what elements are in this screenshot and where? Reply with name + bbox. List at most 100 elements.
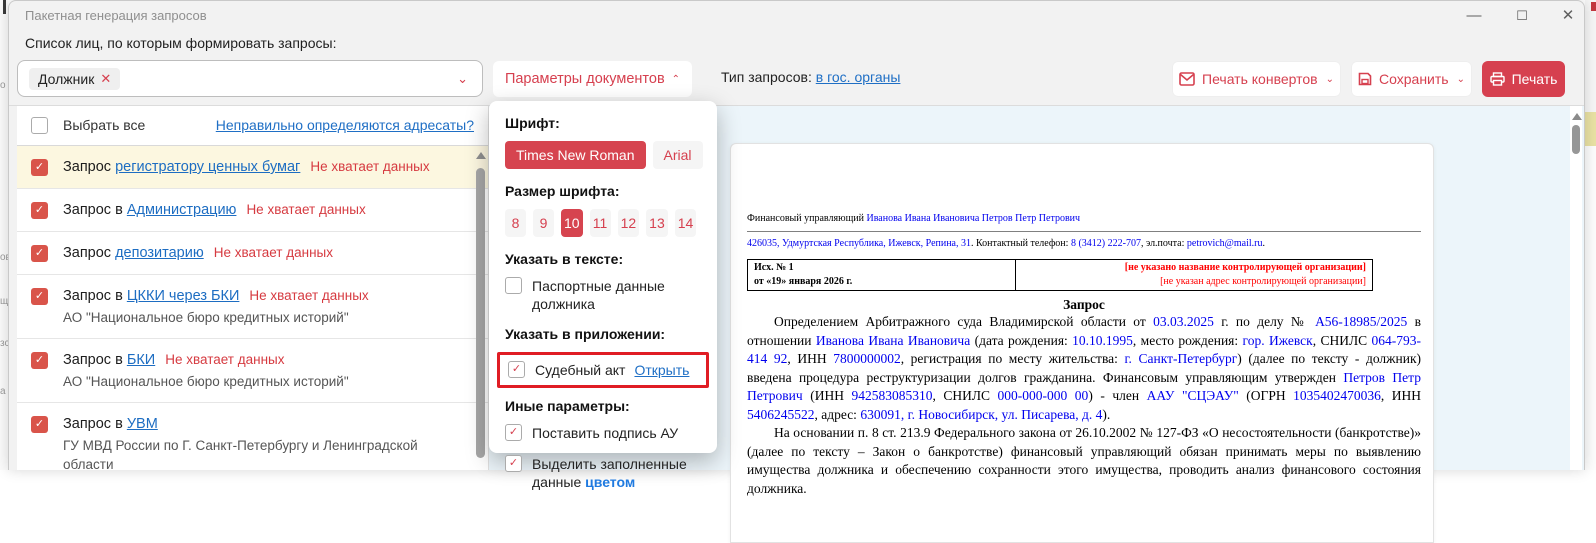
signature-option[interactable]: ✓ Поставить подпись АУ [505, 424, 703, 442]
request-list-item[interactable]: ✓ Запрос в ЦККИ через БКИНе хватает данн… [17, 275, 488, 339]
passport-data-option[interactable]: Паспортные данные должника [505, 277, 703, 313]
checked-checkbox[interactable]: ✓ [31, 245, 48, 262]
checked-checkbox[interactable]: ✓ [505, 455, 522, 472]
checked-checkbox[interactable]: ✓ [31, 159, 48, 176]
unchecked-checkbox[interactable] [505, 277, 522, 294]
request-recipient-link[interactable]: УВМ [127, 416, 158, 432]
chevron-down-icon[interactable]: ⌄ [457, 71, 468, 87]
document-page: Финансовый управляющий Иванова Ивана Ива… [730, 143, 1434, 543]
maximize-icon[interactable]: ☐ [1509, 4, 1535, 28]
request-recipient-link[interactable]: депозитарию [115, 245, 204, 261]
scroll-up-icon[interactable] [476, 152, 486, 159]
request-list-item[interactable]: ✓ Запрос в БКИНе хватает данных АО "Наци… [17, 339, 488, 403]
request-list-item[interactable]: ✓ Запрос депозитариюНе хватает данных [17, 232, 488, 275]
scrollbar-thumb[interactable] [1572, 125, 1580, 154]
request-list-header: Выбрать все Неправильно определяются адр… [17, 106, 488, 146]
background-fragment [3, 0, 6, 14]
font-option[interactable]: Times New Roman [505, 141, 646, 169]
background-fragment: о [0, 80, 6, 91]
print-label: Печать [1512, 71, 1558, 87]
chevron-down-icon: ⌄ [1457, 74, 1465, 85]
judicial-act-option[interactable]: ✓ Судебный акт Открыть [508, 361, 698, 379]
request-recipient-link[interactable]: регистратору ценных бумаг [115, 159, 300, 175]
font-size-label: Размер шрифта: [505, 183, 703, 199]
close-icon[interactable]: ✕ [1555, 4, 1581, 28]
scrollbar-thumb[interactable] [476, 168, 485, 458]
request-recipient-link[interactable]: ЦККИ через БКИ [127, 288, 240, 304]
save-button[interactable]: Сохранить ⌄ [1351, 61, 1472, 97]
document-params-label: Параметры документов [505, 71, 665, 87]
document-params-button[interactable]: Параметры документов ⌃ [493, 61, 692, 97]
checked-checkbox[interactable]: ✓ [31, 288, 48, 305]
checked-checkbox[interactable]: ✓ [31, 352, 48, 369]
print-envelopes-button[interactable]: Печать конвертов ⌄ [1172, 61, 1341, 97]
font-size-option[interactable]: 14 [675, 209, 697, 237]
tag-label: Должник [38, 71, 94, 87]
persons-select[interactable]: Должник ✕ ⌄ [17, 60, 483, 97]
request-item-title: Запрос в БКИНе хватает данных [63, 350, 468, 370]
font-label: Шрифт: [505, 115, 703, 131]
minimize-icon[interactable]: — [1461, 4, 1487, 28]
doc-header-line1: Финансовый управляющий Иванова Ивана Ива… [747, 212, 1421, 232]
list-scrollbar[interactable] [474, 146, 487, 470]
font-size-option[interactable]: 13 [646, 209, 668, 237]
font-size-option[interactable]: 11 [590, 209, 611, 237]
dialog-title: Пакетная генерация запросов [25, 8, 207, 23]
checked-checkbox[interactable]: ✓ [31, 202, 48, 219]
print-button[interactable]: Печать [1482, 61, 1565, 97]
doc-org-warning1: [не указано название контролирующей орга… [1022, 261, 1366, 275]
request-item-subtitle: ГУ МВД России по Г. Санкт-Петербургу и Л… [63, 436, 468, 470]
font-size-option[interactable]: 9 [533, 209, 554, 237]
preview-scrollbar[interactable] [1570, 106, 1582, 470]
request-recipient-link[interactable]: БКИ [127, 352, 155, 368]
request-list-panel: Выбрать все Неправильно определяются адр… [17, 106, 488, 470]
persons-list-caption: Список лиц, по которым формировать запро… [25, 35, 336, 51]
checked-checkbox[interactable]: ✓ [31, 416, 48, 433]
other-params-label: Иные параметры: [505, 398, 703, 414]
select-all-checkbox[interactable] [31, 117, 48, 134]
font-option[interactable]: Arial [653, 141, 703, 169]
request-item-subtitle: АО "Национальное бюро кредитных историй" [63, 372, 468, 391]
font-size-option[interactable]: 10 [561, 209, 583, 237]
font-size-option[interactable]: 8 [505, 209, 526, 237]
request-type-row: Тип запросов: в гос. органы [721, 69, 900, 85]
missing-data-warning: Не хватает данных [249, 288, 368, 303]
judicial-act-label: Судебный акт [535, 362, 625, 378]
background-left-strip: оовщзса [0, 0, 8, 470]
request-item-title: Запрос в АдминистрациюНе хватает данных [63, 200, 468, 220]
printer-icon [1490, 72, 1505, 86]
scroll-up-icon[interactable] [1572, 113, 1582, 120]
select-all-label: Выбрать все [63, 117, 145, 133]
checked-checkbox[interactable]: ✓ [505, 424, 522, 441]
chevron-up-icon: ⌃ [672, 74, 680, 85]
request-list-item[interactable]: ✓ Запрос в УВМ ГУ МВД России по Г. Санкт… [17, 403, 488, 470]
color-link[interactable]: цветом [585, 474, 635, 490]
request-type-link[interactable]: в гос. органы [816, 69, 901, 85]
missing-data-warning: Не хватает данных [246, 202, 365, 217]
request-list-item[interactable]: ✓ Запрос регистратору ценных бумагНе хва… [17, 146, 488, 189]
remove-tag-icon[interactable]: ✕ [100, 71, 111, 87]
request-item-title: Запрос депозитариюНе хватает данных [63, 243, 468, 263]
checked-checkbox[interactable]: ✓ [508, 361, 525, 378]
open-judicial-act-link[interactable]: Открыть [634, 362, 689, 378]
print-envelopes-label: Печать конвертов [1202, 71, 1318, 87]
request-item-title: Запрос регистратору ценных бумагНе хвата… [63, 157, 468, 177]
passport-data-label: Паспортные данные должника [532, 277, 703, 313]
highlight-frame: ✓ Судебный акт Открыть [497, 352, 709, 388]
save-icon [1358, 72, 1372, 86]
font-size-option[interactable]: 12 [618, 209, 640, 237]
wrong-addressees-link[interactable]: Неправильно определяются адресаты? [216, 117, 474, 133]
request-item-title: Запрос в ЦККИ через БКИНе хватает данных [63, 286, 468, 306]
request-recipient-link[interactable]: Администрацию [127, 202, 237, 218]
chevron-down-icon: ⌄ [1326, 74, 1334, 85]
highlight-filled-option[interactable]: ✓ Выделить заполненные данные цветом [505, 455, 703, 491]
doc-ref-cell: Исх. № 1 от «19» января 2026 г. [748, 260, 1016, 291]
in-attachment-label: Указать в приложении: [505, 326, 703, 342]
background-fragment [1585, 146, 1596, 470]
request-list-item[interactable]: ✓ Запрос в АдминистрациюНе хватает данны… [17, 189, 488, 232]
doc-ref-date: от «19» января 2026 г. [754, 275, 1009, 289]
doc-paragraph-1: Определением Арбитражного суда Владимирс… [747, 313, 1421, 424]
request-item-title: Запрос в УВМ [63, 414, 468, 434]
missing-data-warning: Не хватает данных [214, 245, 333, 260]
selected-person-tag: Должник ✕ [29, 68, 120, 90]
